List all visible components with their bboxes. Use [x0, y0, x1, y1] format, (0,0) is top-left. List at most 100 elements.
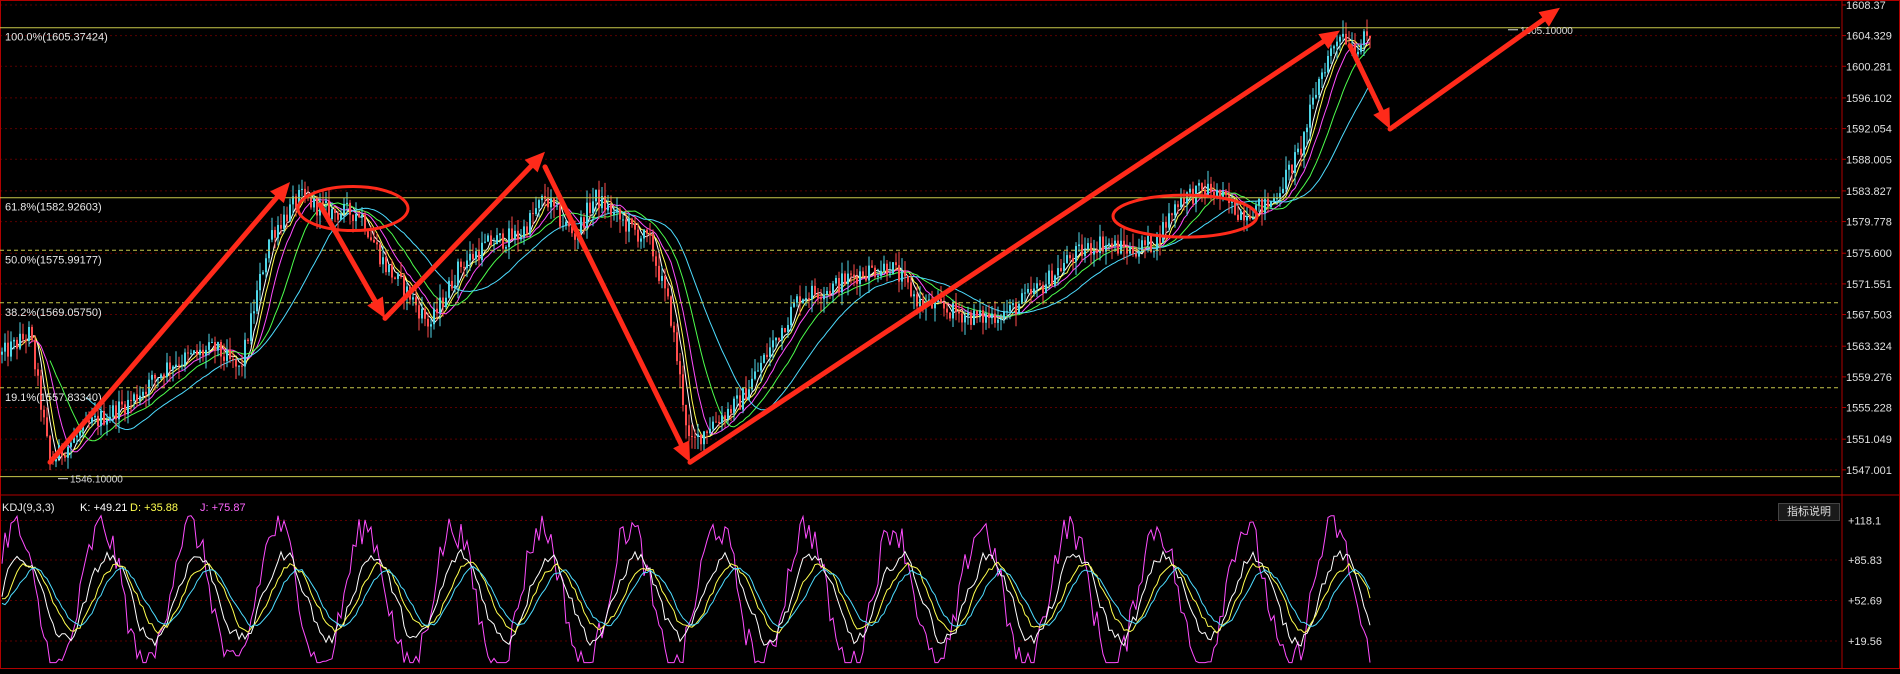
- candle-body: [814, 285, 816, 294]
- candle-body: [148, 379, 150, 395]
- candle-body: [229, 349, 231, 359]
- candle-body: [850, 273, 852, 275]
- candle-body: [1303, 132, 1305, 155]
- indicator-help-button[interactable]: 指标说明: [1778, 503, 1840, 521]
- candle-body: [1297, 148, 1299, 153]
- candle-body: [835, 278, 837, 284]
- candle-body: [355, 214, 357, 222]
- candle-body: [1123, 240, 1125, 248]
- candle-body: [67, 446, 69, 458]
- candle-body: [265, 258, 267, 273]
- candle-body: [373, 239, 375, 243]
- candle-body: [1069, 255, 1071, 259]
- candle-body: [973, 310, 975, 325]
- candle-body: [784, 327, 786, 332]
- candle-body: [427, 318, 429, 327]
- candle-body: [532, 213, 534, 215]
- candle-body: [730, 408, 732, 413]
- candle-body: [16, 339, 18, 349]
- candle-body: [706, 431, 708, 434]
- candle-body: [433, 308, 435, 325]
- candle-body: [703, 431, 705, 445]
- candle-body: [283, 214, 285, 229]
- candle-body: [1342, 33, 1344, 37]
- candle-body: [181, 364, 183, 366]
- candle-body: [754, 371, 756, 379]
- candle-body: [136, 394, 138, 401]
- candle-body: [1324, 72, 1326, 74]
- candle-body: [1003, 311, 1005, 319]
- candle-body: [634, 224, 636, 230]
- price-axis-label: 1592.054: [1846, 124, 1892, 136]
- candle-body: [331, 209, 333, 220]
- candle-body: [226, 349, 228, 361]
- candle-body: [166, 362, 168, 377]
- candle-body: [661, 275, 663, 281]
- candle-body: [127, 399, 129, 415]
- candle-body: [337, 213, 339, 220]
- candle-body: [1039, 283, 1041, 285]
- candle-body: [1021, 293, 1023, 304]
- candle-body: [988, 313, 990, 318]
- candle-body: [1033, 288, 1035, 294]
- moving-average-line: [10, 36, 1371, 462]
- candle-body: [505, 247, 507, 249]
- candle-body: [1270, 201, 1272, 207]
- candle-body: [1183, 197, 1185, 204]
- candle-body: [652, 234, 654, 257]
- candle-body: [1315, 94, 1317, 98]
- candle-body: [1048, 270, 1050, 285]
- candle-body: [1246, 216, 1248, 221]
- candle-body: [1333, 46, 1335, 49]
- candle-body: [832, 283, 834, 294]
- candle-body: [1288, 164, 1290, 170]
- fib-level-label: 38.2%(1569.05750): [5, 307, 102, 319]
- candle-body: [1225, 191, 1227, 196]
- kdj-d-line: [1, 561, 1371, 635]
- candle-body: [685, 404, 687, 426]
- candle-body: [361, 214, 363, 217]
- price-axis-label: 1559.276: [1846, 372, 1892, 384]
- candle-body: [463, 266, 465, 269]
- candle-body: [817, 293, 819, 299]
- candle-body: [1327, 55, 1329, 73]
- candle-body: [607, 204, 609, 211]
- candle-body: [880, 270, 882, 276]
- candle-body: [31, 326, 33, 341]
- candle-body: [559, 205, 561, 227]
- candle-body: [7, 342, 9, 357]
- candle-body: [112, 405, 114, 417]
- candle-body: [526, 226, 528, 234]
- candle-body: [1318, 78, 1320, 95]
- candle-body: [271, 230, 273, 240]
- candle-body: [655, 256, 657, 266]
- price-axis-label: 1551.049: [1846, 434, 1892, 446]
- candle-body: [628, 218, 630, 232]
- candle-body: [400, 273, 402, 277]
- candle-body: [787, 325, 789, 332]
- candle-body: [1168, 213, 1170, 228]
- candle-body: [211, 342, 213, 344]
- candle-body: [910, 282, 912, 297]
- candle-body: [130, 399, 132, 401]
- candle-body: [91, 417, 93, 423]
- candle-body: [493, 244, 495, 246]
- candle-body: [646, 229, 648, 234]
- candle-body: [733, 398, 735, 413]
- kdj-axis-label: +52.69: [1848, 596, 1882, 608]
- candle-body: [250, 313, 252, 341]
- candle-body: [967, 312, 969, 316]
- candle-body: [547, 198, 549, 208]
- candle-body: [1036, 283, 1038, 289]
- candle-body: [772, 340, 774, 348]
- candle-body: [979, 310, 981, 316]
- candle-body: [676, 332, 678, 362]
- candle-body: [1030, 288, 1032, 294]
- kdj-header-label: J: +75.87: [200, 502, 246, 514]
- candle-body: [742, 388, 744, 410]
- trend-arrow: [47, 194, 280, 465]
- candle-body: [745, 388, 747, 400]
- candle-body: [1024, 292, 1026, 294]
- candle-body: [940, 298, 942, 303]
- candle-body: [841, 273, 843, 293]
